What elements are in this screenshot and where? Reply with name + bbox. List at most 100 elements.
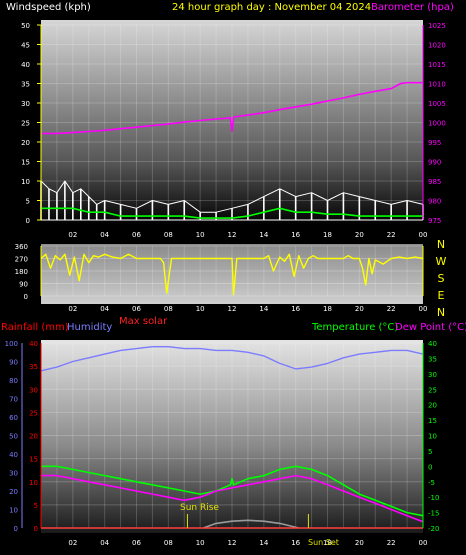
humidity-y-tick: 80: [9, 377, 18, 385]
temp-x-tick: 20: [355, 539, 364, 547]
temp-x-tick: 00: [419, 539, 428, 547]
wind-x-tick: 14: [259, 231, 268, 239]
direction-x-tick: 08: [164, 305, 173, 313]
temp-x-tick: 04: [100, 539, 109, 547]
wind-y-tick: 40: [21, 61, 30, 69]
direction-x-tick: 02: [68, 305, 77, 313]
direction-x-tick: 06: [132, 305, 141, 313]
temp-y-tick: 10: [428, 433, 437, 441]
wind-y-tick: 5: [26, 198, 30, 206]
humidity-y-tick: 40: [9, 451, 18, 459]
baro-y-tick: 1010: [428, 81, 446, 89]
direction-x-tick: 16: [291, 305, 300, 313]
weather-graph: 0510152025303540455097598098599099510001…: [1, 2, 466, 547]
temp-x-tick: 02: [68, 539, 77, 547]
baro-y-tick: 985: [428, 178, 441, 186]
humidity-y-tick: 90: [9, 359, 18, 367]
wind-x-tick: 16: [291, 231, 300, 239]
temp-x-tick: 22: [387, 539, 396, 547]
sun-rise-label: Sun Rise: [180, 503, 219, 513]
wind-y-tick: 0: [26, 217, 30, 225]
temp-y-tick: 40: [428, 340, 437, 348]
temp-y-tick: 35: [428, 355, 437, 363]
rainfall-title: Rainfall (mm): [1, 322, 69, 333]
direction-x-tick: 04: [100, 305, 109, 313]
temperature-title: Temperature (°C): [311, 322, 398, 333]
wind-x-tick: 00: [419, 231, 428, 239]
temp-x-tick: 14: [259, 539, 268, 547]
rain-y-tick: 15: [29, 456, 38, 464]
direction-x-tick: 18: [323, 305, 332, 313]
humidity-y-tick: 20: [9, 488, 18, 496]
temp-y-tick: -15: [428, 510, 439, 518]
rain-y-tick: 30: [29, 386, 38, 394]
direction-x-tick: 00: [419, 305, 428, 313]
wind-y-tick: 15: [21, 159, 30, 167]
baro-y-tick: 1020: [428, 42, 446, 50]
direction-y-tick: 90: [19, 281, 28, 289]
wind-y-tick: 45: [21, 42, 30, 50]
baro-y-tick: 995: [428, 139, 441, 147]
humidity-y-tick: 0: [14, 525, 18, 533]
temp-y-tick: 20: [428, 402, 437, 410]
wind-x-tick: 06: [132, 231, 141, 239]
baro-y-tick: 1025: [428, 22, 446, 30]
temp-x-tick: 08: [164, 539, 173, 547]
compass-tick: W: [436, 255, 447, 268]
sun-set-label: Sun Set: [308, 538, 339, 547]
max-solar-title: Max solar: [119, 316, 168, 327]
direction-x-tick: 14: [259, 305, 268, 313]
wind-x-tick: 20: [355, 231, 364, 239]
direction-x-tick: 10: [196, 305, 205, 313]
wind-y-tick: 25: [21, 120, 30, 128]
wind-x-tick: 08: [164, 231, 173, 239]
baro-y-tick: 980: [428, 198, 441, 206]
compass-tick: S: [438, 272, 445, 285]
dew-point-title: Dew Point (°C): [395, 322, 466, 333]
temp-y-tick: 25: [428, 386, 437, 394]
wind-y-tick: 35: [21, 81, 30, 89]
graph-title: 24 hour graph day : November 04 2024: [172, 2, 371, 13]
compass-tick: N: [437, 306, 445, 319]
temp-y-tick: 30: [428, 371, 437, 379]
temp-x-tick: 16: [291, 539, 300, 547]
rain-y-tick: 10: [29, 479, 38, 487]
wind-y-tick: 50: [21, 22, 30, 30]
wind-y-tick: 20: [21, 139, 30, 147]
humidity-y-tick: 50: [9, 433, 18, 441]
rain-y-tick: 25: [29, 409, 38, 417]
compass-tick: N: [437, 238, 445, 251]
direction-y-tick: 180: [15, 268, 28, 276]
compass-tick: E: [438, 289, 445, 302]
wind-y-tick: 10: [21, 178, 30, 186]
wind-x-tick: 22: [387, 231, 396, 239]
direction-x-tick: 20: [355, 305, 364, 313]
temp-y-tick: -20: [428, 525, 439, 533]
humidity-y-tick: 30: [9, 470, 18, 478]
humidity-y-tick: 60: [9, 414, 18, 422]
direction-y-tick: 0: [24, 293, 28, 301]
baro-y-tick: 1015: [428, 61, 446, 69]
direction-y-tick: 270: [15, 256, 28, 264]
wind-x-tick: 12: [228, 231, 237, 239]
wind-title: Windspeed (kph): [6, 2, 91, 13]
temp-y-tick: 5: [428, 448, 432, 456]
direction-y-tick: 360: [15, 243, 28, 251]
humidity-y-tick: 100: [5, 340, 18, 348]
direction-x-tick: 22: [387, 305, 396, 313]
wind-x-tick: 04: [100, 231, 109, 239]
temp-x-tick: 10: [196, 539, 205, 547]
barometer-title: Barometer (hpa): [371, 2, 454, 13]
rain-y-tick: 35: [29, 363, 38, 371]
baro-y-tick: 1005: [428, 100, 446, 108]
direction-x-tick: 12: [228, 305, 237, 313]
baro-y-tick: 975: [428, 217, 441, 225]
humidity-y-tick: 70: [9, 396, 18, 404]
wind-x-tick: 10: [196, 231, 205, 239]
rain-y-tick: 0: [34, 525, 38, 533]
rain-y-tick: 5: [34, 502, 38, 510]
baro-y-tick: 1000: [428, 120, 446, 128]
temp-x-tick: 06: [132, 539, 141, 547]
temp-y-tick: -10: [428, 494, 439, 502]
temp-y-tick: -5: [428, 479, 435, 487]
